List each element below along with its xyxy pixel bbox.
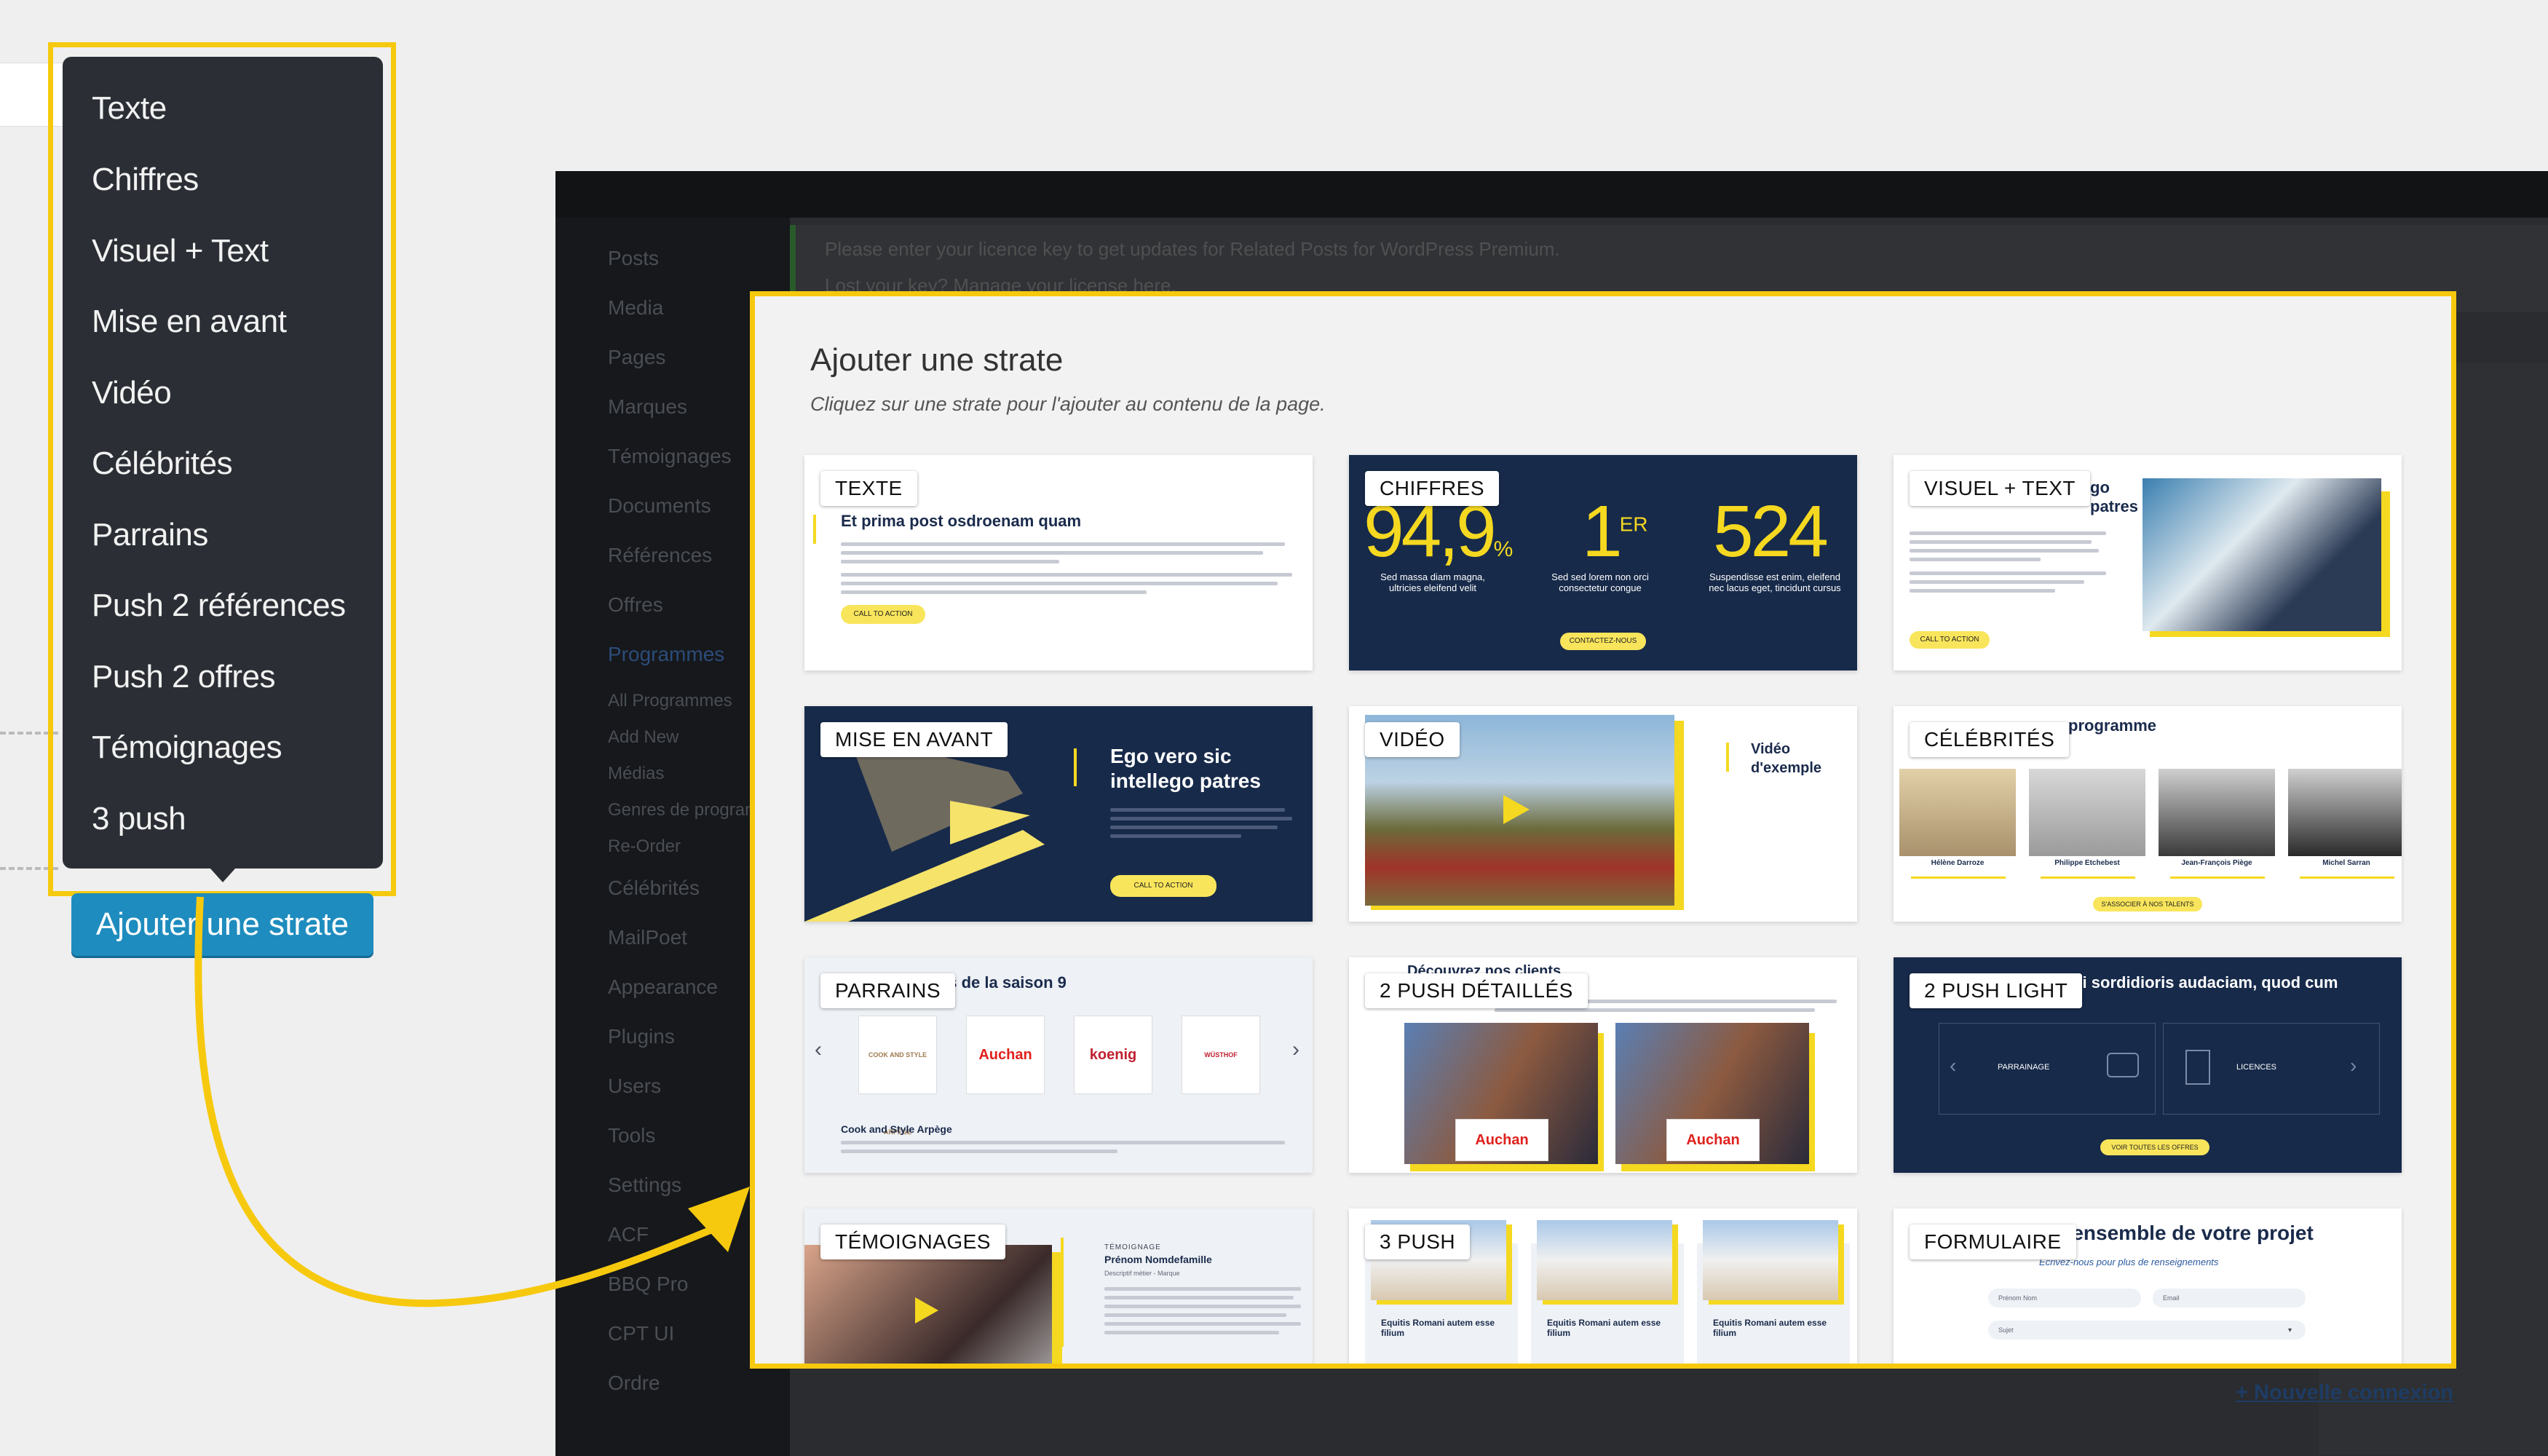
card-label: PARRAINS — [820, 973, 956, 1008]
card-label: FORMULAIRE — [1910, 1224, 2076, 1259]
card-label: CHIFFRES — [1365, 471, 1499, 506]
card-label: TEXTE — [820, 471, 917, 506]
card-label: MISE EN AVANT — [820, 722, 1008, 757]
yellow-arrow — [194, 896, 750, 1307]
card-label: VIDÉO — [1365, 722, 1460, 757]
card-label: 3 PUSH — [1365, 1224, 1471, 1259]
card-label: 2 PUSH DÉTAILLÉS — [1365, 973, 1588, 1008]
card-label: TÉMOIGNAGES — [820, 1224, 1005, 1259]
card-label: CÉLÉBRITÉS — [1910, 722, 2070, 757]
card-label: VISUEL + TEXT — [1910, 471, 2091, 506]
card-label: 2 PUSH LIGHT — [1910, 973, 2083, 1008]
